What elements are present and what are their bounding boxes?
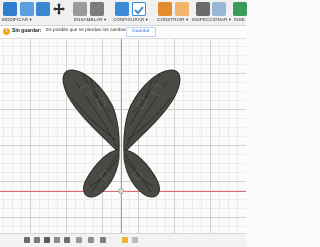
- left-lower-wing: [83, 149, 120, 198]
- zoom-icon[interactable]: [54, 237, 60, 243]
- display-settings-icon[interactable]: [76, 237, 82, 243]
- look-at-icon[interactable]: [34, 237, 40, 243]
- origin-marker: [118, 188, 124, 194]
- timeline-marker-icon[interactable]: [132, 237, 138, 243]
- pan-icon[interactable]: [44, 237, 50, 243]
- fit-icon[interactable]: [64, 237, 70, 243]
- viewports-icon[interactable]: [100, 237, 106, 243]
- bottom-navigation-bar: [0, 233, 246, 247]
- right-lower-wing: [123, 149, 160, 198]
- timeline-play-icon[interactable]: [122, 237, 128, 243]
- butterfly-wings-model[interactable]: [0, 0, 246, 246]
- orbit-icon[interactable]: [24, 237, 30, 243]
- grid-settings-icon[interactable]: [88, 237, 94, 243]
